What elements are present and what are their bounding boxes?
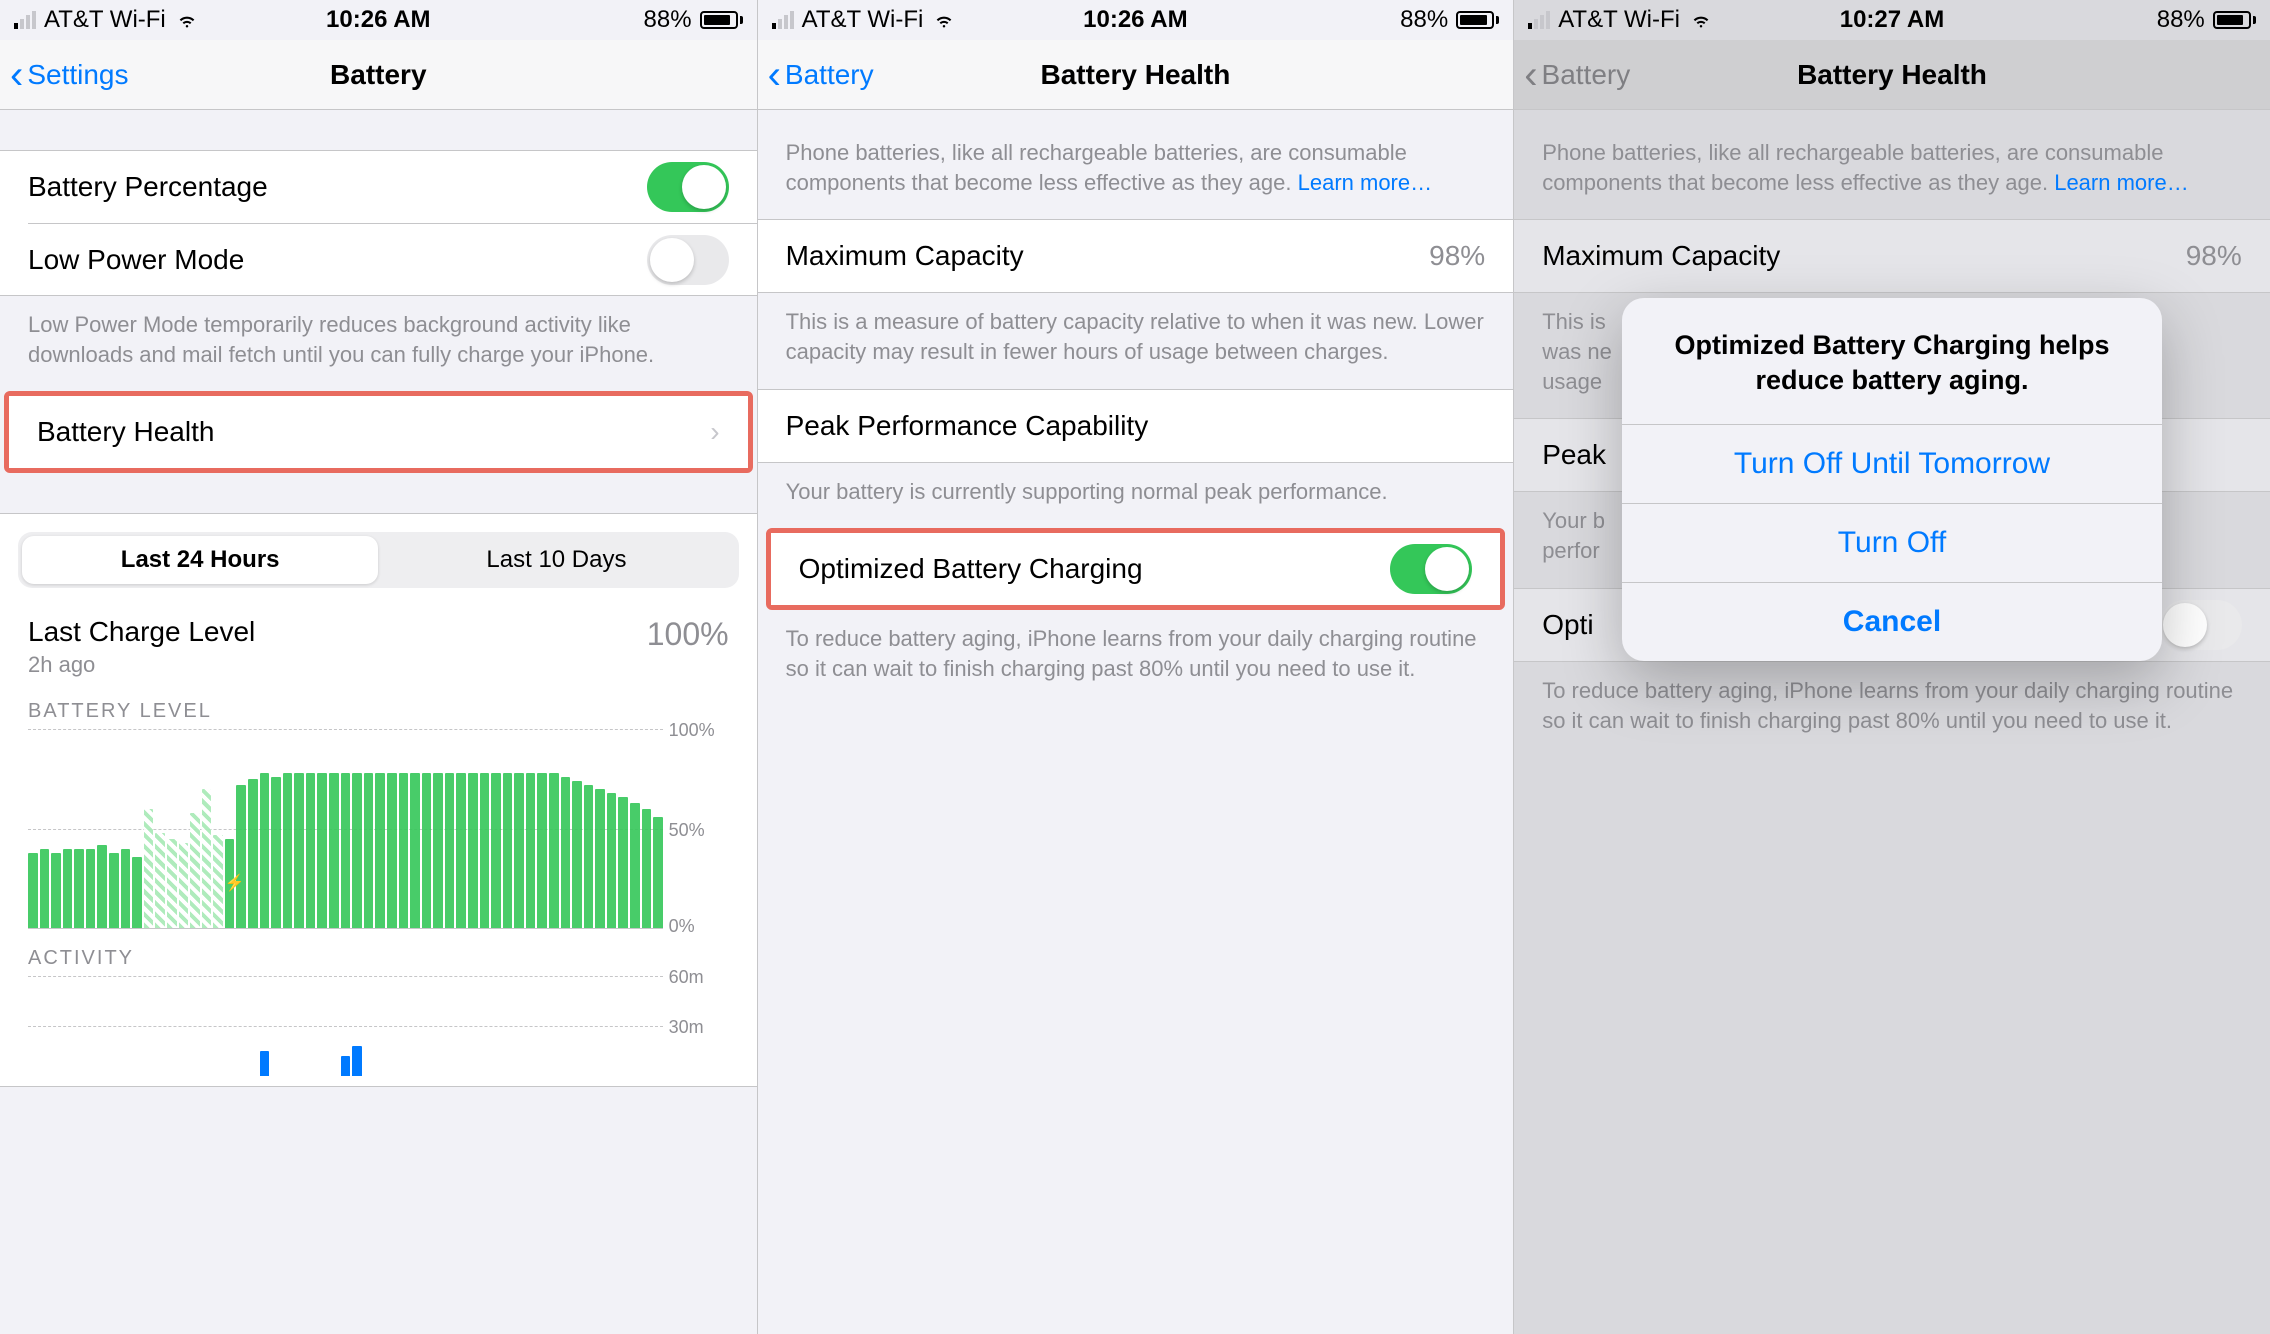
peak-performance-row[interactable]: Peak Performance Capability — [758, 390, 1514, 462]
y-axis-label: 60m — [669, 967, 704, 988]
row-label: Low Power Mode — [28, 244, 647, 276]
battery-level-chart: 100% 50% 0% ⚡ — [28, 729, 663, 929]
charging-bolt-icon: ⚡ — [225, 873, 245, 893]
back-button: ‹ Battery — [1524, 40, 1630, 109]
optimized-charging-footer: To reduce battery aging, iPhone learns f… — [758, 610, 1514, 705]
last-charge-percent: 100% — [647, 616, 729, 653]
cellular-signal-icon — [772, 11, 794, 29]
pane-battery-health: AT&T Wi-Fi 10:26 AM 88% ‹ Battery Batter… — [757, 0, 1514, 1334]
status-bar: AT&T Wi-Fi 10:27 AM 88% — [1514, 0, 2270, 40]
activity-chart: 60m 30m — [28, 976, 663, 1076]
nav-bar: ‹ Battery Battery Health — [758, 40, 1514, 110]
y-axis-label: 50% — [669, 820, 705, 841]
battery-health-row[interactable]: Battery Health › — [9, 396, 748, 468]
clock: 10:26 AM — [257, 6, 500, 34]
low-power-mode-toggle[interactable] — [647, 235, 729, 285]
y-axis-label: 0% — [669, 916, 695, 937]
status-bar: AT&T Wi-Fi 10:26 AM 88% — [0, 0, 757, 40]
optimized-charging-toggle — [2160, 600, 2242, 650]
battery-icon — [1456, 11, 1499, 29]
wifi-icon — [931, 10, 957, 30]
back-button[interactable]: ‹ Settings — [10, 40, 129, 109]
wifi-icon — [174, 10, 200, 30]
alert-turn-off-until-tomorrow-button[interactable]: Turn Off Until Tomorrow — [1622, 424, 2162, 503]
battery-percent-label: 88% — [1400, 6, 1448, 34]
maximum-capacity-row: Maximum Capacity 98% — [1514, 220, 2270, 292]
back-label: Battery — [785, 59, 874, 91]
activity-chart-title: ACTIVITY — [0, 929, 757, 976]
y-axis-label: 30m — [669, 1017, 704, 1038]
optimized-charging-row[interactable]: Optimized Battery Charging — [771, 533, 1501, 605]
cellular-signal-icon — [14, 11, 36, 29]
last-charge-subtitle: 2h ago — [28, 652, 255, 678]
chevron-left-icon: ‹ — [1524, 55, 1537, 95]
row-label: Battery Percentage — [28, 171, 647, 203]
battery-icon — [700, 11, 743, 29]
segment-last-24h[interactable]: Last 24 Hours — [22, 536, 378, 584]
maximum-capacity-value: 98% — [2186, 240, 2242, 272]
segment-last-10d[interactable]: Last 10 Days — [378, 536, 734, 584]
last-charge-title: Last Charge Level — [28, 616, 255, 648]
learn-more-link[interactable]: Learn more… — [1298, 170, 1433, 195]
carrier-label: AT&T Wi-Fi — [1558, 6, 1680, 34]
clock: 10:26 AM — [1014, 6, 1257, 34]
battery-percentage-row[interactable]: Battery Percentage — [0, 151, 757, 223]
row-label: Optimized Battery Charging — [799, 553, 1391, 585]
wifi-icon — [1688, 10, 1714, 30]
battery-icon — [2213, 11, 2256, 29]
nav-bar: ‹ Settings Battery — [0, 40, 757, 110]
clock: 10:27 AM — [1771, 6, 2014, 34]
learn-more-link: Learn more… — [2054, 170, 2189, 195]
row-label: Battery Health — [37, 416, 710, 448]
pane-battery-settings: AT&T Wi-Fi 10:26 AM 88% ‹ Settings Batte… — [0, 0, 757, 1334]
pane-battery-health-alert: AT&T Wi-Fi 10:27 AM 88% ‹ Battery Batter… — [1513, 0, 2270, 1334]
back-label: Battery — [1542, 59, 1631, 91]
time-range-segmented[interactable]: Last 24 Hours Last 10 Days — [18, 532, 739, 588]
battery-percentage-toggle[interactable] — [647, 162, 729, 212]
alert-turn-off-button[interactable]: Turn Off — [1622, 503, 2162, 582]
carrier-label: AT&T Wi-Fi — [44, 6, 166, 34]
row-label: Maximum Capacity — [786, 240, 1430, 272]
maximum-capacity-footer: This is a measure of battery capacity re… — [758, 293, 1514, 388]
chevron-left-icon: ‹ — [10, 55, 23, 95]
low-power-mode-footer: Low Power Mode temporarily reduces backg… — [0, 296, 757, 391]
battery-percent-label: 88% — [644, 6, 692, 34]
last-charge-row: Last Charge Level 2h ago 100% — [0, 598, 757, 682]
back-button[interactable]: ‹ Battery — [768, 40, 874, 109]
optimized-charging-toggle[interactable] — [1390, 544, 1472, 594]
battery-level-chart-title: BATTERY LEVEL — [0, 682, 757, 729]
alert-cancel-button[interactable]: Cancel — [1622, 582, 2162, 661]
cellular-signal-icon — [1528, 11, 1550, 29]
status-bar: AT&T Wi-Fi 10:26 AM 88% — [758, 0, 1514, 40]
y-axis-label: 100% — [669, 720, 715, 741]
optimized-charging-footer: To reduce battery aging, iPhone learns f… — [1514, 662, 2270, 757]
chevron-right-icon: › — [710, 416, 719, 448]
battery-percent-label: 88% — [2157, 6, 2205, 34]
maximum-capacity-row: Maximum Capacity 98% — [758, 220, 1514, 292]
carrier-label: AT&T Wi-Fi — [802, 6, 924, 34]
low-power-mode-row[interactable]: Low Power Mode — [28, 223, 757, 295]
page-title: Battery Health — [1797, 59, 1987, 91]
row-label: Peak Performance Capability — [786, 410, 1486, 442]
chevron-left-icon: ‹ — [768, 55, 781, 95]
row-label: Maximum Capacity — [1542, 240, 2186, 272]
peak-performance-footer: Your battery is currently supporting nor… — [758, 463, 1514, 529]
page-title: Battery Health — [1040, 59, 1230, 91]
back-label: Settings — [27, 59, 128, 91]
nav-bar: ‹ Battery Battery Health — [1514, 40, 2270, 110]
page-title: Battery — [330, 59, 426, 91]
maximum-capacity-value: 98% — [1429, 240, 1485, 272]
alert-title: Optimized Battery Charging helps reduce … — [1622, 298, 2162, 424]
optimized-charging-alert: Optimized Battery Charging helps reduce … — [1622, 298, 2162, 661]
